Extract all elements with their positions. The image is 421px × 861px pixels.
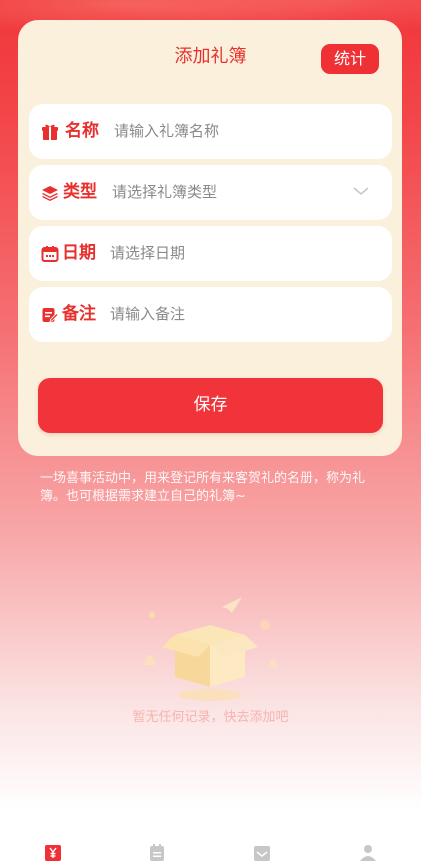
note-edit-icon: [42, 308, 59, 323]
remark-field[interactable]: 备注 请输入备注: [29, 287, 392, 342]
type-label: 类型: [63, 182, 97, 202]
empty-box-illustration: [144, 597, 278, 701]
gift-icon: [42, 124, 58, 140]
type-select[interactable]: 请选择礼簿类型: [112, 180, 217, 204]
date-label: 日期: [62, 243, 96, 263]
inbox-icon[interactable]: [253, 844, 271, 861]
remark-label: 备注: [62, 304, 96, 324]
bottom-tab-bar: [0, 836, 421, 861]
name-input[interactable]: 请输入礼簿名称: [114, 119, 219, 143]
date-field[interactable]: 日期 请选择日期: [29, 226, 392, 281]
date-picker[interactable]: 请选择日期: [110, 241, 185, 265]
save-button[interactable]: 保存: [38, 378, 383, 433]
layers-icon: [42, 186, 58, 201]
name-field[interactable]: 名称 请输入礼簿名称: [29, 104, 392, 159]
remark-input[interactable]: 请输入备注: [110, 302, 185, 326]
ledger-description: 一场喜事活动中，用来登记所有来客贺礼的名册，称为礼簿。也可根据需求建立自己的礼簿…: [40, 471, 366, 504]
type-field[interactable]: 类型 请选择礼簿类型: [29, 165, 392, 220]
user-icon[interactable]: [359, 844, 377, 861]
empty-state-text: 暂无任何记录，快去添加吧: [132, 710, 289, 725]
stats-button[interactable]: 统计: [321, 44, 379, 74]
calendar-list-icon[interactable]: [148, 844, 166, 861]
calendar-icon: [41, 246, 59, 262]
ledger-yuan-icon[interactable]: [44, 844, 62, 861]
chevron-down-icon[interactable]: [352, 185, 370, 197]
name-label: 名称: [65, 121, 99, 141]
